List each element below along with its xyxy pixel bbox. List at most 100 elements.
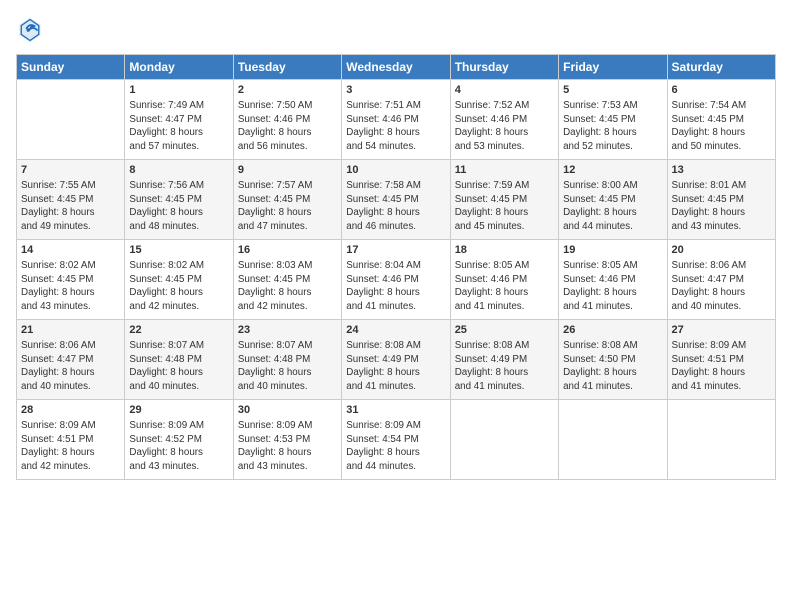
day-info: Sunrise: 7:59 AM Sunset: 4:45 PM Dayligh…	[455, 179, 554, 234]
day-number: 27	[672, 323, 771, 338]
day-info: Sunrise: 7:54 AM Sunset: 4:45 PM Dayligh…	[672, 99, 771, 154]
day-info: Sunrise: 8:06 AM Sunset: 4:47 PM Dayligh…	[21, 339, 120, 394]
calendar-cell: 9Sunrise: 7:57 AM Sunset: 4:45 PM Daylig…	[233, 160, 341, 240]
day-number: 13	[672, 163, 771, 178]
day-info: Sunrise: 8:07 AM Sunset: 4:48 PM Dayligh…	[238, 339, 337, 394]
calendar-week-1: 1Sunrise: 7:49 AM Sunset: 4:47 PM Daylig…	[17, 80, 776, 160]
calendar-cell: 18Sunrise: 8:05 AM Sunset: 4:46 PM Dayli…	[450, 240, 558, 320]
calendar-cell: 24Sunrise: 8:08 AM Sunset: 4:49 PM Dayli…	[342, 320, 450, 400]
logo	[16, 16, 48, 44]
day-info: Sunrise: 8:02 AM Sunset: 4:45 PM Dayligh…	[129, 259, 228, 314]
calendar-cell: 13Sunrise: 8:01 AM Sunset: 4:45 PM Dayli…	[667, 160, 775, 240]
day-info: Sunrise: 8:08 AM Sunset: 4:49 PM Dayligh…	[455, 339, 554, 394]
day-number: 24	[346, 323, 445, 338]
col-header-sunday: Sunday	[17, 55, 125, 80]
calendar-cell: 19Sunrise: 8:05 AM Sunset: 4:46 PM Dayli…	[559, 240, 667, 320]
day-number: 23	[238, 323, 337, 338]
calendar-cell: 16Sunrise: 8:03 AM Sunset: 4:45 PM Dayli…	[233, 240, 341, 320]
calendar-week-4: 21Sunrise: 8:06 AM Sunset: 4:47 PM Dayli…	[17, 320, 776, 400]
calendar-cell: 26Sunrise: 8:08 AM Sunset: 4:50 PM Dayli…	[559, 320, 667, 400]
day-info: Sunrise: 8:06 AM Sunset: 4:47 PM Dayligh…	[672, 259, 771, 314]
day-info: Sunrise: 8:03 AM Sunset: 4:45 PM Dayligh…	[238, 259, 337, 314]
col-header-saturday: Saturday	[667, 55, 775, 80]
calendar-cell: 7Sunrise: 7:55 AM Sunset: 4:45 PM Daylig…	[17, 160, 125, 240]
day-number: 7	[21, 163, 120, 178]
day-number: 17	[346, 243, 445, 258]
calendar-cell: 21Sunrise: 8:06 AM Sunset: 4:47 PM Dayli…	[17, 320, 125, 400]
calendar-cell: 14Sunrise: 8:02 AM Sunset: 4:45 PM Dayli…	[17, 240, 125, 320]
calendar-cell: 2Sunrise: 7:50 AM Sunset: 4:46 PM Daylig…	[233, 80, 341, 160]
page-container: SundayMondayTuesdayWednesdayThursdayFrid…	[0, 0, 792, 612]
day-info: Sunrise: 7:49 AM Sunset: 4:47 PM Dayligh…	[129, 99, 228, 154]
calendar-cell: 11Sunrise: 7:59 AM Sunset: 4:45 PM Dayli…	[450, 160, 558, 240]
day-number: 21	[21, 323, 120, 338]
col-header-wednesday: Wednesday	[342, 55, 450, 80]
logo-icon	[16, 16, 44, 44]
day-info: Sunrise: 7:56 AM Sunset: 4:45 PM Dayligh…	[129, 179, 228, 234]
day-number: 12	[563, 163, 662, 178]
day-number: 11	[455, 163, 554, 178]
calendar-cell: 31Sunrise: 8:09 AM Sunset: 4:54 PM Dayli…	[342, 400, 450, 480]
col-header-friday: Friday	[559, 55, 667, 80]
calendar-cell: 6Sunrise: 7:54 AM Sunset: 4:45 PM Daylig…	[667, 80, 775, 160]
day-number: 25	[455, 323, 554, 338]
calendar-cell: 20Sunrise: 8:06 AM Sunset: 4:47 PM Dayli…	[667, 240, 775, 320]
day-info: Sunrise: 8:08 AM Sunset: 4:50 PM Dayligh…	[563, 339, 662, 394]
day-info: Sunrise: 7:58 AM Sunset: 4:45 PM Dayligh…	[346, 179, 445, 234]
day-info: Sunrise: 7:57 AM Sunset: 4:45 PM Dayligh…	[238, 179, 337, 234]
calendar-cell: 3Sunrise: 7:51 AM Sunset: 4:46 PM Daylig…	[342, 80, 450, 160]
calendar-cell	[667, 400, 775, 480]
calendar-cell: 28Sunrise: 8:09 AM Sunset: 4:51 PM Dayli…	[17, 400, 125, 480]
day-info: Sunrise: 8:00 AM Sunset: 4:45 PM Dayligh…	[563, 179, 662, 234]
day-number: 4	[455, 83, 554, 98]
day-info: Sunrise: 8:07 AM Sunset: 4:48 PM Dayligh…	[129, 339, 228, 394]
day-info: Sunrise: 8:05 AM Sunset: 4:46 PM Dayligh…	[563, 259, 662, 314]
day-info: Sunrise: 7:53 AM Sunset: 4:45 PM Dayligh…	[563, 99, 662, 154]
calendar-cell: 27Sunrise: 8:09 AM Sunset: 4:51 PM Dayli…	[667, 320, 775, 400]
day-info: Sunrise: 8:09 AM Sunset: 4:51 PM Dayligh…	[21, 419, 120, 474]
day-info: Sunrise: 8:02 AM Sunset: 4:45 PM Dayligh…	[21, 259, 120, 314]
calendar-cell: 8Sunrise: 7:56 AM Sunset: 4:45 PM Daylig…	[125, 160, 233, 240]
day-number: 19	[563, 243, 662, 258]
day-info: Sunrise: 8:04 AM Sunset: 4:46 PM Dayligh…	[346, 259, 445, 314]
calendar-cell	[450, 400, 558, 480]
day-number: 3	[346, 83, 445, 98]
day-number: 8	[129, 163, 228, 178]
day-number: 22	[129, 323, 228, 338]
calendar-cell: 29Sunrise: 8:09 AM Sunset: 4:52 PM Dayli…	[125, 400, 233, 480]
day-number: 15	[129, 243, 228, 258]
day-number: 9	[238, 163, 337, 178]
day-number: 26	[563, 323, 662, 338]
calendar-cell: 15Sunrise: 8:02 AM Sunset: 4:45 PM Dayli…	[125, 240, 233, 320]
calendar-cell: 4Sunrise: 7:52 AM Sunset: 4:46 PM Daylig…	[450, 80, 558, 160]
day-number: 10	[346, 163, 445, 178]
calendar-cell: 30Sunrise: 8:09 AM Sunset: 4:53 PM Dayli…	[233, 400, 341, 480]
day-info: Sunrise: 8:01 AM Sunset: 4:45 PM Dayligh…	[672, 179, 771, 234]
day-number: 16	[238, 243, 337, 258]
day-info: Sunrise: 7:55 AM Sunset: 4:45 PM Dayligh…	[21, 179, 120, 234]
col-header-tuesday: Tuesday	[233, 55, 341, 80]
calendar-table: SundayMondayTuesdayWednesdayThursdayFrid…	[16, 54, 776, 480]
calendar-cell: 1Sunrise: 7:49 AM Sunset: 4:47 PM Daylig…	[125, 80, 233, 160]
day-number: 2	[238, 83, 337, 98]
day-info: Sunrise: 8:08 AM Sunset: 4:49 PM Dayligh…	[346, 339, 445, 394]
day-info: Sunrise: 7:51 AM Sunset: 4:46 PM Dayligh…	[346, 99, 445, 154]
calendar-cell: 5Sunrise: 7:53 AM Sunset: 4:45 PM Daylig…	[559, 80, 667, 160]
day-info: Sunrise: 8:09 AM Sunset: 4:51 PM Dayligh…	[672, 339, 771, 394]
day-number: 1	[129, 83, 228, 98]
day-number: 30	[238, 403, 337, 418]
day-number: 28	[21, 403, 120, 418]
day-number: 31	[346, 403, 445, 418]
day-info: Sunrise: 8:09 AM Sunset: 4:54 PM Dayligh…	[346, 419, 445, 474]
calendar-cell	[559, 400, 667, 480]
calendar-header-row: SundayMondayTuesdayWednesdayThursdayFrid…	[17, 55, 776, 80]
calendar-cell	[17, 80, 125, 160]
day-info: Sunrise: 8:09 AM Sunset: 4:52 PM Dayligh…	[129, 419, 228, 474]
day-info: Sunrise: 8:09 AM Sunset: 4:53 PM Dayligh…	[238, 419, 337, 474]
calendar-cell: 12Sunrise: 8:00 AM Sunset: 4:45 PM Dayli…	[559, 160, 667, 240]
calendar-week-2: 7Sunrise: 7:55 AM Sunset: 4:45 PM Daylig…	[17, 160, 776, 240]
day-number: 29	[129, 403, 228, 418]
col-header-thursday: Thursday	[450, 55, 558, 80]
day-number: 6	[672, 83, 771, 98]
calendar-cell: 22Sunrise: 8:07 AM Sunset: 4:48 PM Dayli…	[125, 320, 233, 400]
